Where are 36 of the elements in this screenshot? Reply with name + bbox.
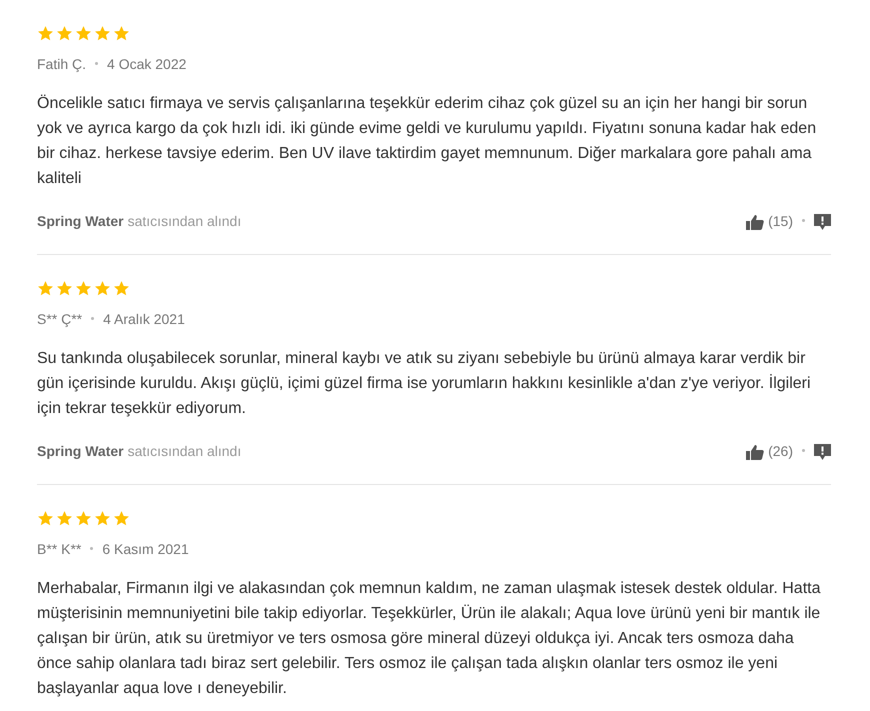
review-text: Merhabalar, Firmanın ilgi ve alakasından çok memnun kaldım, ne zaman ulaşmak istesek destek oldular. Hatta müşterisinin memnuniyetini bile takip ediyorlar. Teşekkürler, Ürün ile alakalı; Aqua love ürünü yeni bir mantık ile çalışan bir ürün, atık su üretmiyor ve ters osmosa göre mineral düzeyi oldukça iyi. Ancak ters osmoza daha önce sahip olanlara tadı biraz sert gelebilir. Ters osmoz ile çalışan tada alışkın olanlar ters osmoz ile yeni başlayanlar aqua love ı deneyebilir. xyxy=(37,579,822,699)
report-button[interactable] xyxy=(814,444,831,460)
review-date: 4 Ocak 2022 xyxy=(107,56,186,72)
seller-name: Spring Water xyxy=(37,212,124,231)
seller-note: satıcısından alındı xyxy=(128,212,242,231)
star-icon xyxy=(113,280,130,297)
star-icon xyxy=(37,510,54,527)
like-button[interactable]: (26) xyxy=(746,441,793,462)
star-icon xyxy=(56,25,73,42)
report-button[interactable] xyxy=(814,214,831,230)
review-date: 4 Aralık 2021 xyxy=(103,311,185,327)
report-icon xyxy=(814,444,831,460)
star-icon xyxy=(56,510,73,527)
review-text: Öncelikle satıcı firmaya ve servis çalışanlarına teşekkür ederim cihaz çok güzel su an için her hangi bir sorun yok ve ayrıca kargo da çok hızlı idi. iki günde evime geldi ve kurulumu yapıldı. Fiyatını sonuna kadar hak eden bir cihaz. herkese tavsiye ederim. Ben UV ilave taktirdim gayet memnunum. Diğer markalara gore pahalı ama kaliteli xyxy=(37,94,818,189)
thumbs-up-icon xyxy=(746,214,764,230)
star-icon xyxy=(56,280,73,297)
thumbs-up-icon xyxy=(746,444,764,460)
star-icon xyxy=(113,510,130,527)
star-icon xyxy=(94,510,111,527)
seller-note: satıcısından alındı xyxy=(128,442,242,461)
star-icon xyxy=(113,25,130,42)
star-icon xyxy=(94,280,111,297)
star-icon xyxy=(75,510,92,527)
review-date: 6 Kasım 2021 xyxy=(102,541,189,557)
author-name: Fatih Ç. xyxy=(37,56,86,72)
report-icon xyxy=(814,214,831,230)
star-icon xyxy=(75,280,92,297)
star-icon xyxy=(94,25,111,42)
star-icon xyxy=(37,25,54,42)
review-text: Su tankında oluşabilecek sorunlar, mineral kaybı ve atık su ziyanı sebebiyle bu ürünü almaya karar verdik bir gün içerisinde kuruldu. Akışı güçlü, içimi güzel firma ise yorumların hakkını kesinlikle a'dan z'ye veriyor. İlgileri için tekrar teşekkür ediyorum. xyxy=(37,349,812,419)
star-icon xyxy=(75,25,92,42)
author-name: S** Ç** xyxy=(37,311,82,327)
star-icon xyxy=(37,280,54,297)
like-button[interactable]: (15) xyxy=(746,211,793,232)
author-name: B** K** xyxy=(37,541,82,557)
seller-name: Spring Water xyxy=(37,442,124,461)
